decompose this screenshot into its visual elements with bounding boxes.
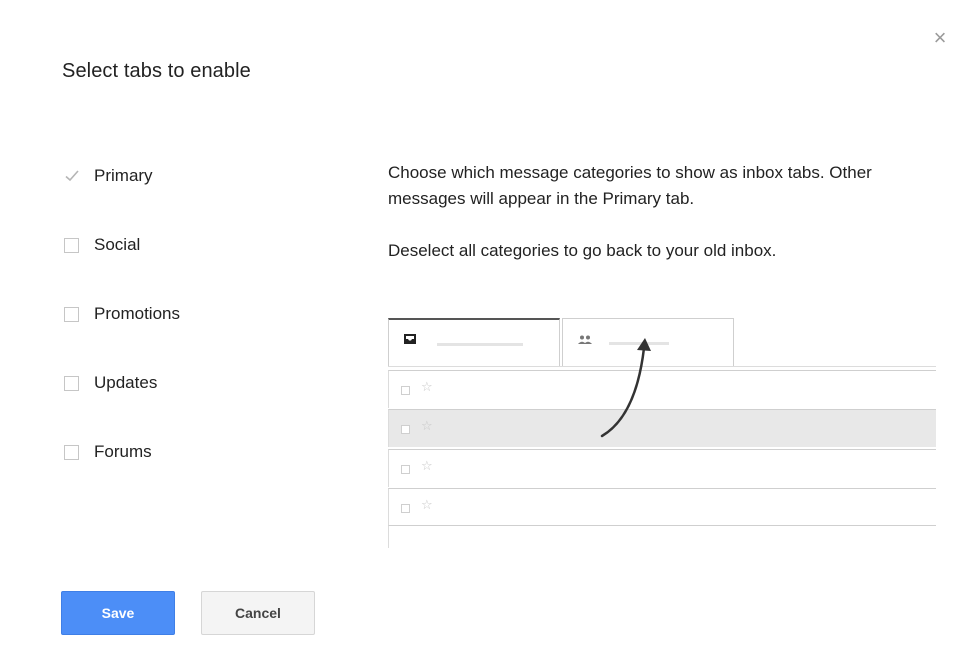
save-button[interactable]: Save — [61, 591, 175, 635]
dialog-title: Select tabs to enable — [62, 60, 251, 82]
description-paragraph-1: Choose which message categories to show … — [388, 163, 872, 208]
category-label: Updates — [94, 373, 158, 392]
inbox-preview-illustration: ☆ ☆ ☆ ☆ — [388, 318, 936, 548]
checkmark-icon — [65, 170, 79, 182]
checkbox[interactable] — [64, 306, 79, 322]
category-label: Social — [94, 235, 141, 254]
category-label: Promotions — [94, 304, 180, 323]
category-primary: Primary — [64, 164, 153, 188]
category-label: Primary — [94, 166, 153, 185]
checkbox[interactable] — [64, 444, 79, 460]
close-icon[interactable]: × — [930, 27, 950, 49]
checkbox[interactable] — [64, 237, 79, 253]
category-updates[interactable]: Updates — [64, 371, 157, 395]
category-social[interactable]: Social — [64, 233, 140, 257]
category-label: Forums — [94, 442, 152, 461]
tabs-settings-dialog: × Select tabs to enable Primary Social P… — [0, 0, 966, 671]
checkbox[interactable] — [64, 375, 79, 391]
drag-arrow-icon — [600, 338, 651, 438]
description: Choose which message categories to show … — [388, 160, 948, 264]
cancel-button[interactable]: Cancel — [201, 591, 315, 635]
category-promotions[interactable]: Promotions — [64, 302, 180, 326]
description-paragraph-2: Deselect all categories to go back to yo… — [388, 241, 777, 260]
category-forums[interactable]: Forums — [64, 440, 152, 464]
